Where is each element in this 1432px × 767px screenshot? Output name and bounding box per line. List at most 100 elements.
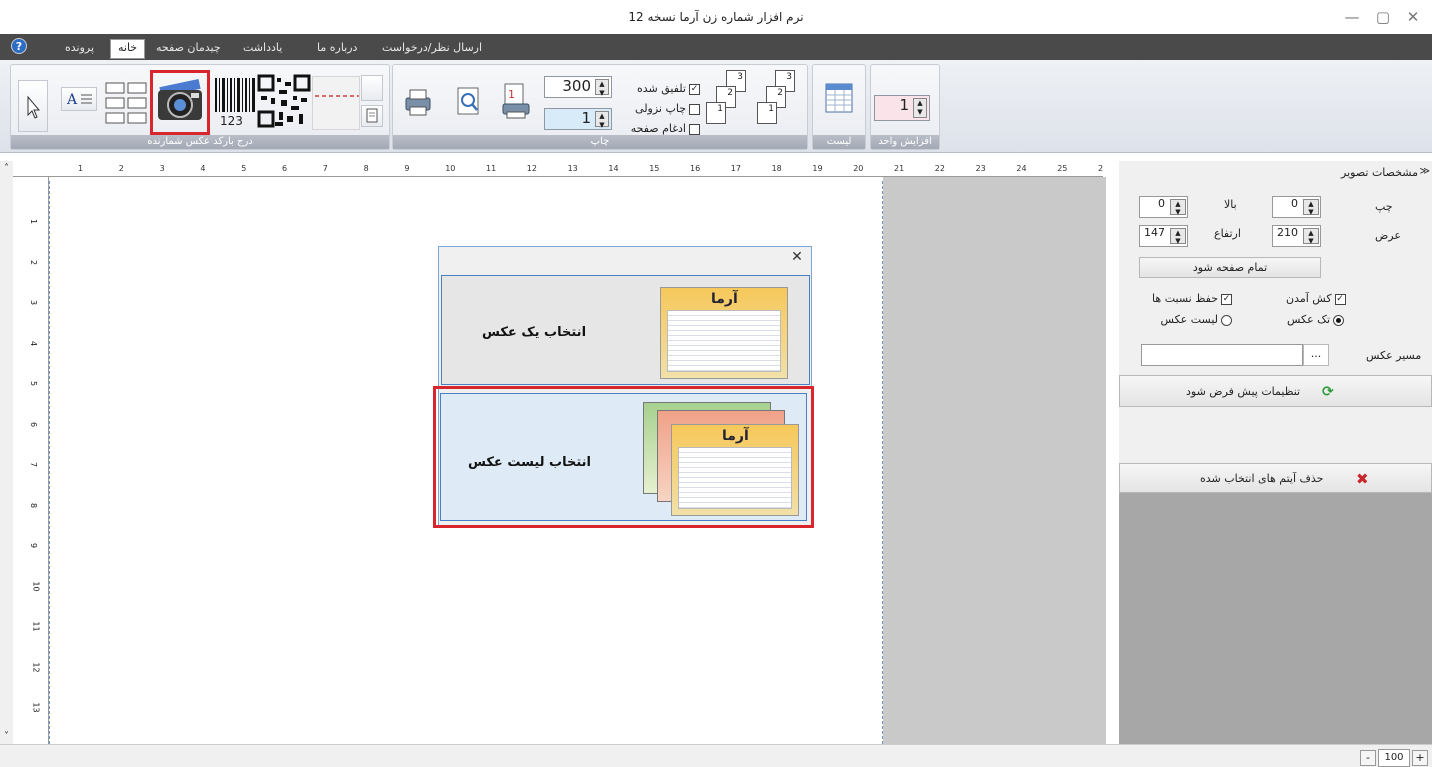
stretch-label: کش آمدن <box>1286 292 1332 305</box>
left-input[interactable]: 0 ▲ ▼ <box>1272 196 1321 218</box>
barcode-button[interactable]: 123 <box>212 76 258 132</box>
list-button[interactable] <box>820 80 858 120</box>
thumb-form-lines <box>667 310 781 372</box>
width-spin-icon[interactable]: ▲ ▼ <box>1303 228 1319 245</box>
help-icon[interactable]: ? <box>11 38 27 54</box>
page-order-ascending-button[interactable]: 3 2 1 <box>706 70 748 128</box>
reset-defaults-button[interactable]: ⟳ تنظیمات پیش فرض شود <box>1119 375 1432 407</box>
width-input[interactable]: 210 ▲ ▼ <box>1272 225 1321 247</box>
page-order-stacked-button[interactable]: 3 2 1 <box>757 70 799 128</box>
page-icon-1b: 1 <box>757 102 777 124</box>
table-tool-button[interactable] <box>104 79 150 131</box>
zoom-out-button[interactable]: - <box>1360 750 1376 766</box>
close-window-button[interactable]: ✕ <box>1398 6 1428 28</box>
vertical-scrollbar[interactable]: ˄ ˅ <box>0 161 13 744</box>
combined-check-icon: ✓ <box>689 83 700 95</box>
spreadsheet-icon <box>825 83 853 113</box>
h-ruler-tick: 6 <box>282 164 288 173</box>
menu-feedback[interactable]: ارسال نظر/درخواست <box>382 41 482 57</box>
copies-spinner[interactable]: 300 ▲ ▼ <box>544 76 612 98</box>
collapse-chevron-icon[interactable]: ≫ <box>1420 166 1430 177</box>
choose-single-image-label: انتخاب یک عکس <box>482 325 587 340</box>
width-label: عرض <box>1375 229 1401 242</box>
radio-selected-icon <box>1333 314 1345 326</box>
menu-page-layout[interactable]: چیدمان صفحه <box>156 41 221 57</box>
printer-icon <box>405 89 431 116</box>
copies-spin-arrows[interactable]: ▲ ▼ <box>595 79 609 97</box>
list-thumb-front: آرما <box>671 424 799 516</box>
refresh-icon: ⟳ <box>1322 384 1334 400</box>
menu-notes[interactable]: یادداشت <box>243 41 282 57</box>
cursor-arrow-icon <box>27 95 41 119</box>
print-group-label: چاپ <box>393 135 807 149</box>
h-ruler-tick: 25 <box>1057 164 1068 173</box>
qrcode-button[interactable] <box>257 74 311 130</box>
h-ruler-tick: 15 <box>649 164 660 173</box>
zoom-level[interactable]: 100 <box>1378 749 1410 767</box>
unit-increment-label: افزایش واحد <box>871 135 939 149</box>
unit-spin-arrows[interactable]: ▲ ▼ <box>913 98 927 118</box>
panel-header[interactable]: مشخصات تصویر ≫ <box>1119 161 1432 183</box>
delete-selected-button[interactable]: ✖ حذف آیتم های انتخاب شده <box>1119 463 1432 493</box>
scroll-up-icon[interactable]: ˄ <box>1 163 12 174</box>
v-ruler-tick: 5 <box>29 380 39 387</box>
h-ruler-tick: 18 <box>771 164 782 173</box>
dialog-close-button[interactable]: ✕ <box>790 250 804 264</box>
top-input[interactable]: 0 ▲ ▼ <box>1139 196 1188 218</box>
height-value: 147 <box>1144 226 1165 239</box>
small-empty-button[interactable] <box>361 75 383 101</box>
height-spin-icon[interactable]: ▲ ▼ <box>1170 228 1186 245</box>
stretch-checkbox[interactable]: کش آمدن ✓ <box>1286 292 1346 305</box>
h-ruler-tick: 19 <box>812 164 823 173</box>
descending-checkbox[interactable]: چاپ نزولی <box>616 102 700 115</box>
choose-image-list-option[interactable]: آرما انتخاب لیست عکس <box>440 393 807 521</box>
menu-home[interactable]: خانه <box>110 39 146 59</box>
text-tool-button[interactable]: A <box>61 87 97 111</box>
choose-single-image-option[interactable]: آرما انتخاب یک عکس <box>441 275 810 385</box>
magnifier-page-icon <box>457 87 479 115</box>
v-ruler-tick: 9 <box>29 542 39 549</box>
browse-button[interactable]: ... <box>1303 344 1329 366</box>
v-ruler-tick: 6 <box>29 421 39 427</box>
print-preview-button[interactable] <box>450 84 486 120</box>
maximize-button[interactable]: ▢ <box>1368 6 1398 28</box>
image-list-radio[interactable]: لیست عکس <box>1155 313 1232 326</box>
horizontal-ruler: 1 2 3 4 5 6 7 8 9 10 11 12 13 14 15 16 17 18 19 20 21 22 23 24 2… <box>13 161 1103 177</box>
top-spin-icon[interactable]: ▲ ▼ <box>1170 199 1186 216</box>
page-spin-arrows[interactable]: ▲ ▼ <box>595 111 609 129</box>
insert-image-button-highlight[interactable] <box>150 70 210 135</box>
left-spin-icon[interactable]: ▲ ▼ <box>1303 199 1319 216</box>
counter-button[interactable] <box>312 76 360 130</box>
panel-title: مشخصات تصویر <box>1341 166 1418 179</box>
single-image-radio[interactable]: تک عکس <box>1287 313 1345 326</box>
reset-defaults-label: تنظیمات پیش فرض شود <box>1186 385 1301 398</box>
unit-spinner[interactable]: 1 ▲ ▼ <box>874 95 930 121</box>
table-grid-icon <box>105 82 147 124</box>
image-path-label: مسیر عکس <box>1366 349 1422 362</box>
merge-page-checkbox[interactable]: ادغام صفحه <box>616 122 700 135</box>
menu-about[interactable]: درباره ما <box>317 41 357 57</box>
print-settings-button[interactable]: 1 <box>497 82 537 122</box>
paste-button[interactable] <box>361 105 383 127</box>
thumb-brand: آرما <box>711 291 738 307</box>
minimize-button[interactable]: — <box>1337 6 1367 28</box>
zoom-in-button[interactable]: + <box>1412 750 1428 766</box>
keep-ratio-checkbox[interactable]: حفظ نسبت ها ✓ <box>1145 292 1232 305</box>
v-ruler-tick: 3 <box>29 299 39 306</box>
v-ruler-tick: 1 <box>29 218 39 225</box>
image-path-input[interactable] <box>1141 344 1303 366</box>
pointer-tool-button[interactable] <box>18 80 48 132</box>
barcode-number: 123 <box>220 114 243 128</box>
full-page-button[interactable]: تمام صفحه شود <box>1139 257 1321 278</box>
menu-file[interactable]: پرونده <box>65 41 94 57</box>
combined-checkbox[interactable]: تلفیق شده ✓ <box>616 82 700 95</box>
page-spinner[interactable]: 1 ▲ ▼ <box>544 108 612 130</box>
scroll-down-icon[interactable]: ˅ <box>1 731 12 742</box>
h-ruler-tick: 13 <box>567 164 578 173</box>
h-ruler-tick: 12 <box>526 164 537 173</box>
h-ruler-tick: 24 <box>1016 164 1027 173</box>
print-button[interactable] <box>400 84 436 120</box>
height-input[interactable]: 147 ▲ ▼ <box>1139 225 1188 247</box>
choose-image-list-label: انتخاب لیست عکس <box>468 455 592 470</box>
h-ruler-tick: 14 <box>608 164 619 173</box>
